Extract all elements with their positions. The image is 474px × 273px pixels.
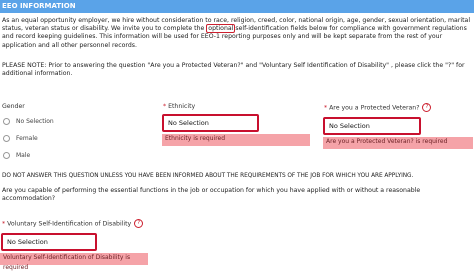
essential-functions-question: Are you capable of performing the essent…: [2, 187, 421, 203]
veteran-label: * Are you a Protected Veteran? ?: [324, 103, 432, 112]
ethnicity-error: Ethnicity is required: [162, 134, 310, 146]
help-icon[interactable]: ?: [134, 219, 144, 228]
veteran-disability-note: PLEASE NOTE: Prior to answering the ques…: [2, 62, 465, 78]
help-icon[interactable]: ?: [422, 103, 432, 112]
disability-select[interactable]: No Selection: [1, 233, 97, 251]
required-marker: *: [163, 103, 167, 110]
veteran-select[interactable]: No Selection: [323, 117, 421, 135]
gender-option-male[interactable]: Male: [3, 152, 30, 159]
radio-icon[interactable]: [3, 152, 10, 159]
gender-label: Gender: [2, 103, 25, 110]
intro-paragraph: As an equal opportunity employer, we hir…: [2, 17, 472, 50]
optional-highlight: optional: [206, 24, 236, 34]
gender-option-no-selection[interactable]: No Selection: [3, 118, 54, 125]
radio-icon[interactable]: [3, 135, 10, 142]
required-marker: *: [2, 220, 6, 228]
radio-icon[interactable]: [3, 118, 10, 125]
disability-label: * Voluntary Self-Identification of Disab…: [2, 219, 144, 228]
required-marker: *: [324, 104, 328, 112]
ethnicity-select[interactable]: No Selection: [162, 114, 259, 132]
ethnicity-label: * Ethnicity: [163, 103, 196, 110]
section-title: EEO INFORMATION: [0, 0, 474, 13]
disability-error: Voluntary Self-Identification of Disabil…: [0, 253, 148, 271]
veteran-error: Are you a Protected Veteran? is required: [323, 137, 473, 149]
disability-warning: DO NOT ANSWER THIS QUESTION UNLESS YOU H…: [2, 173, 414, 179]
gender-option-female[interactable]: Female: [3, 135, 38, 142]
